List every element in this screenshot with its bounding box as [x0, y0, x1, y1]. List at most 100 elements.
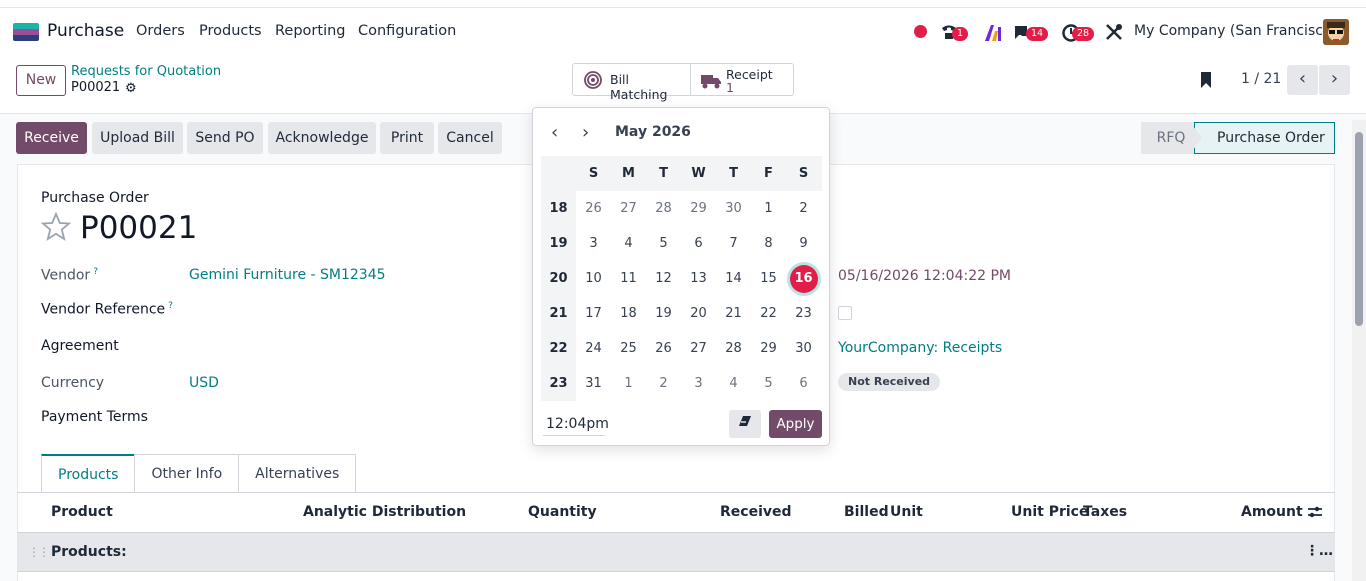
calendar-day[interactable]: 1: [751, 201, 786, 216]
calendar-day[interactable]: 30: [716, 201, 751, 216]
menu-orders[interactable]: Orders: [136, 23, 185, 39]
section-options-icon[interactable]: ⋮…: [1305, 543, 1333, 559]
calendar-day[interactable]: 3: [681, 376, 716, 391]
breadcrumb-parent[interactable]: Requests for Quotation: [71, 64, 221, 79]
calendar-day[interactable]: 13: [681, 271, 716, 286]
calendar-day[interactable]: 6: [786, 376, 821, 391]
app-name[interactable]: Purchase: [47, 21, 124, 41]
calendar-day[interactable]: 2: [646, 376, 681, 391]
next-month-button[interactable]: ›: [582, 122, 589, 143]
vendor-reference-help-icon[interactable]: ?: [168, 301, 173, 311]
purchase-app-icon[interactable]: [13, 23, 39, 41]
deliver-to-value[interactable]: YourCompany: Receipts: [838, 340, 1002, 356]
confirmation-date-field[interactable]: 05/16/2026 12:04:22 PM: [838, 268, 1011, 284]
calendar-day[interactable]: 4: [716, 376, 751, 391]
acknowledge-button[interactable]: Acknowledge: [268, 122, 376, 154]
cancel-button[interactable]: Cancel: [438, 122, 502, 154]
ai-assistant-icon[interactable]: [983, 23, 1003, 47]
calendar-day[interactable]: 5: [751, 376, 786, 391]
print-button[interactable]: Print: [380, 122, 434, 154]
gear-icon[interactable]: ⚙: [125, 81, 137, 96]
calendar-day[interactable]: 28: [646, 201, 681, 216]
calendar-day[interactable]: 27: [611, 201, 646, 216]
col-received[interactable]: Received: [720, 504, 792, 520]
calendar-day[interactable]: 23: [786, 306, 821, 321]
datepicker-month[interactable]: May 2026: [615, 124, 691, 140]
vendor-help-icon[interactable]: ?: [93, 267, 98, 277]
pager-previous-button[interactable]: ‹: [1287, 65, 1318, 95]
tools-icon[interactable]: [1105, 23, 1123, 45]
company-switcher[interactable]: My Company (San Francisco): [1134, 23, 1337, 39]
calendar-day[interactable]: 2: [786, 201, 821, 216]
col-amount[interactable]: Amount: [1241, 504, 1303, 520]
send-po-button[interactable]: Send PO: [187, 122, 263, 154]
page-scrollbar-thumb[interactable]: [1355, 132, 1363, 326]
calendar-day[interactable]: 30: [786, 341, 821, 356]
user-avatar[interactable]: [1323, 19, 1349, 45]
calendar-day[interactable]: 29: [751, 341, 786, 356]
calendar-day[interactable]: 27: [681, 341, 716, 356]
column-settings-icon[interactable]: [1307, 505, 1323, 523]
calendar-day[interactable]: 25: [611, 341, 646, 356]
upload-bill-button[interactable]: Upload Bill: [92, 122, 183, 154]
calendar-day[interactable]: 31: [576, 376, 611, 391]
col-taxes[interactable]: Taxes: [1083, 504, 1127, 520]
tab-other-info[interactable]: Other Info: [134, 454, 240, 493]
calendar-day[interactable]: 15: [751, 271, 786, 286]
calendar-day[interactable]: 7: [716, 236, 751, 251]
calendar-day[interactable]: 12: [646, 271, 681, 286]
recording-dot-icon[interactable]: [914, 25, 927, 38]
receive-button[interactable]: Receive: [16, 122, 87, 154]
calendar-day[interactable]: 4: [611, 236, 646, 251]
calendar-day[interactable]: 6: [681, 236, 716, 251]
tab-products[interactable]: Products: [41, 454, 136, 493]
col-quantity[interactable]: Quantity: [528, 504, 597, 520]
section-row[interactable]: [17, 532, 1335, 572]
bill-matching-button[interactable]: Bill Matching: [573, 64, 691, 102]
calendar-day[interactable]: 1: [611, 376, 646, 391]
checkbox-field[interactable]: [838, 306, 852, 320]
calendar-day[interactable]: 21: [716, 306, 751, 321]
calendar-day[interactable]: 24: [576, 341, 611, 356]
calendar-day[interactable]: 20: [681, 306, 716, 321]
tab-alternatives[interactable]: Alternatives: [238, 454, 357, 493]
calendar-day[interactable]: 10: [576, 271, 611, 286]
col-unit-price[interactable]: Unit Price: [1011, 504, 1088, 520]
menu-reporting[interactable]: Reporting: [275, 23, 346, 39]
apply-button[interactable]: Apply: [769, 410, 822, 438]
calendar-day[interactable]: 17: [576, 306, 611, 321]
time-input[interactable]: 12:04pm: [543, 412, 609, 436]
calendar-day[interactable]: 26: [576, 201, 611, 216]
calendar-day[interactable]: 3: [576, 236, 611, 251]
calendar-day[interactable]: 28: [716, 341, 751, 356]
col-billed[interactable]: Billed: [844, 504, 889, 520]
calendar-day[interactable]: 11: [611, 271, 646, 286]
col-product[interactable]: Product: [51, 504, 113, 520]
col-analytic-distribution[interactable]: Analytic Distribution: [303, 504, 466, 520]
calendar-day[interactable]: 5: [646, 236, 681, 251]
status-purchase-order[interactable]: Purchase Order: [1194, 122, 1335, 154]
new-button[interactable]: New: [16, 65, 66, 96]
drag-handle-icon[interactable]: ⋮⋮: [28, 545, 50, 559]
calendar-day[interactable]: 18: [611, 306, 646, 321]
col-unit[interactable]: Unit: [890, 504, 923, 520]
menu-configuration[interactable]: Configuration: [358, 23, 456, 39]
clear-date-button[interactable]: [729, 410, 761, 438]
receipt-button[interactable]: Receipt 1: [691, 64, 793, 95]
calendar-day[interactable]: 22: [751, 306, 786, 321]
pager-value[interactable]: 1 / 21: [1241, 71, 1281, 87]
calendar-day[interactable]: 14: [716, 271, 751, 286]
star-icon[interactable]: [40, 211, 72, 247]
calendar-day[interactable]: 26: [646, 341, 681, 356]
calendar-day[interactable]: 8: [751, 236, 786, 251]
calendar-day-selected[interactable]: 16: [786, 264, 821, 293]
vendor-value[interactable]: Gemini Furniture - SM12345: [189, 267, 386, 283]
bookmark-icon[interactable]: [1199, 71, 1213, 93]
previous-month-button[interactable]: ‹: [551, 122, 558, 143]
pager-next-button[interactable]: ›: [1319, 65, 1350, 95]
calendar-day[interactable]: 29: [681, 201, 716, 216]
calendar-day[interactable]: 9: [786, 236, 821, 251]
menu-products[interactable]: Products: [199, 23, 262, 39]
currency-value[interactable]: USD: [189, 375, 219, 391]
calendar-day[interactable]: 19: [646, 306, 681, 321]
